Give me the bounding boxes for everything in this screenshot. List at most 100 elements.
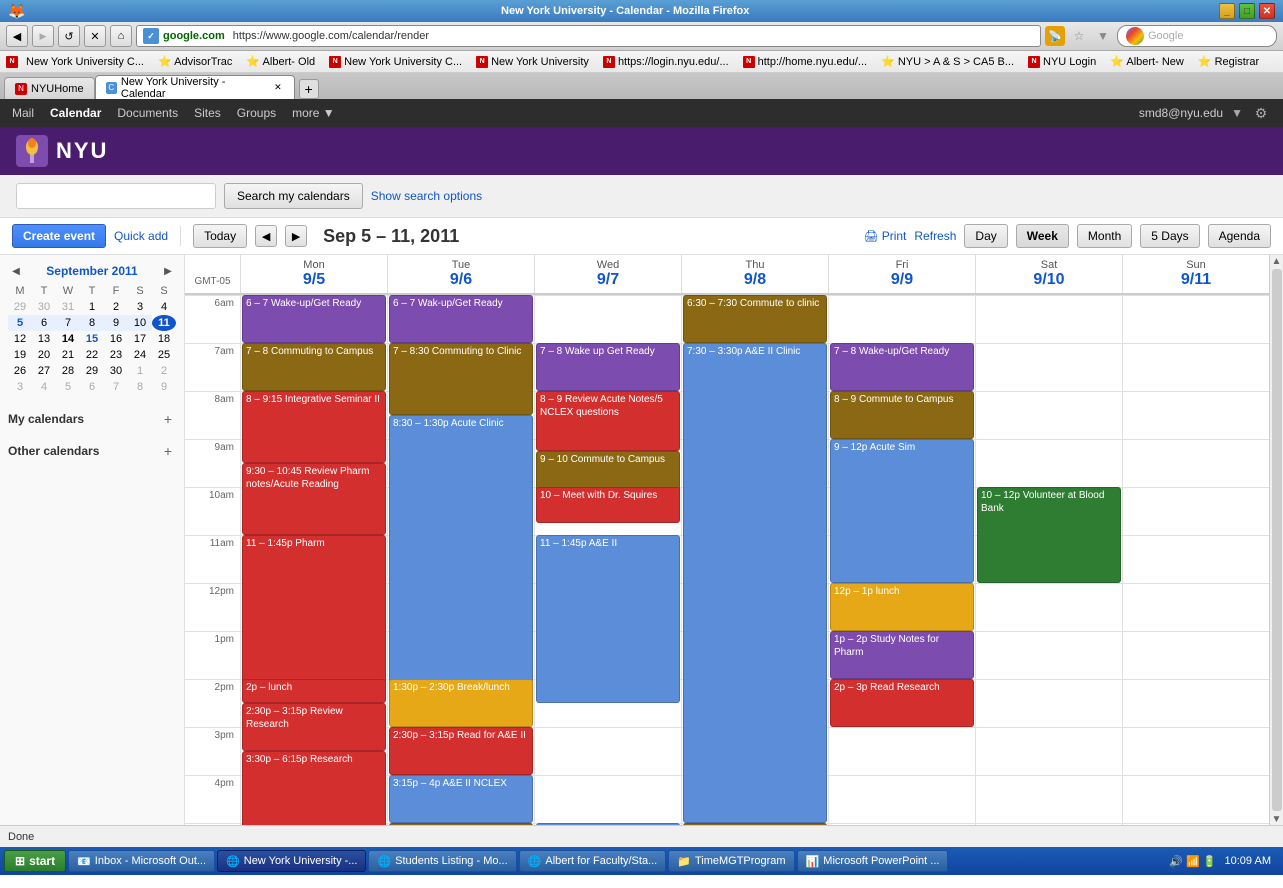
add-other-calendar-button[interactable]: + [160, 443, 176, 459]
nav-documents[interactable]: Documents [117, 106, 178, 120]
taskbar-item-nyu-calendar[interactable]: 🌐 New York University -... [217, 850, 366, 872]
forward-button[interactable]: ▶ [32, 25, 54, 47]
mini-cal-day-24[interactable]: 24 [128, 347, 152, 363]
time-cell-6-8[interactable] [1122, 679, 1269, 727]
stop-button[interactable]: ✕ [84, 25, 106, 47]
settings-button[interactable]: ⚙ [1251, 103, 1271, 123]
tab-nyuhome[interactable]: N NYUHome [4, 77, 95, 99]
mini-cal-day-2b[interactable]: 2 [152, 363, 176, 379]
star-icon[interactable]: ☆ [1069, 26, 1089, 46]
nav-more[interactable]: more ▼ [292, 106, 335, 120]
close-button[interactable]: ✕ [1259, 3, 1275, 19]
time-cell-4-11[interactable] [828, 823, 975, 825]
scroll-down-button[interactable]: ▼ [1271, 813, 1283, 825]
mini-cal-day-13[interactable]: 13 [32, 331, 56, 347]
mini-cal-day-6b[interactable]: 6 [80, 379, 104, 395]
calendar-event[interactable]: 9 – 12p Acute Sim [830, 439, 974, 583]
tab-close-calendar[interactable]: ✕ [272, 82, 283, 94]
mini-cal-day-18[interactable]: 18 [152, 331, 176, 347]
view-agenda-button[interactable]: Agenda [1208, 224, 1271, 248]
print-link[interactable]: 🖨 Print [863, 229, 906, 243]
dropdown-icon[interactable]: ▼ [1093, 26, 1113, 46]
mini-cal-day-3b[interactable]: 3 [8, 379, 32, 395]
time-cell-5-10[interactable] [975, 775, 1122, 823]
time-cell-5-7[interactable] [975, 631, 1122, 679]
time-cell-2-10[interactable] [534, 775, 681, 823]
taskbar-item-powerpoint[interactable]: 📊 Microsoft PowerPoint ... [797, 850, 949, 872]
mini-cal-day-31[interactable]: 31 [56, 299, 80, 315]
mini-cal-day-21[interactable]: 21 [56, 347, 80, 363]
calendar-event[interactable]: 11 – 1:45p A&E II [536, 535, 680, 703]
mini-cal-day-6[interactable]: 6 [32, 315, 56, 331]
taskbar-item-students[interactable]: 🌐 Students Listing - Mo... [368, 850, 516, 872]
mini-cal-day-5b[interactable]: 5 [56, 379, 80, 395]
calendar-event[interactable]: 7 – 8 Commuting to Campus [242, 343, 386, 391]
calendar-event[interactable]: 1:30p – 2:30p Break/lunch [389, 679, 533, 727]
day-header-sat[interactable]: Sat 9/10 [975, 255, 1122, 293]
mini-cal-day-29[interactable]: 29 [8, 299, 32, 315]
day-header-tue[interactable]: Tue 9/6 [387, 255, 534, 293]
bookmark-6[interactable]: Nhttp://home.nyu.edu/... [737, 54, 873, 70]
prev-week-button[interactable]: ◀ [255, 225, 277, 247]
calendar-event[interactable]: 10 – 12p Volunteer at Blood Bank [977, 487, 1121, 583]
calendar-event[interactable]: 7 – 8 Wake up Get Ready [536, 343, 680, 391]
time-cell-6-9[interactable] [1122, 727, 1269, 775]
next-week-button[interactable]: ▶ [285, 225, 307, 247]
time-cell-2-9[interactable] [534, 727, 681, 775]
bookmark-10[interactable]: ⭐ Registrar [1192, 53, 1265, 70]
mini-cal-day-16[interactable]: 16 [104, 331, 128, 347]
mini-cal-day-19[interactable]: 19 [8, 347, 32, 363]
time-cell-6-4[interactable] [1122, 487, 1269, 535]
time-cell-4-10[interactable] [828, 775, 975, 823]
day-header-sun[interactable]: Sun 9/11 [1122, 255, 1269, 293]
mini-cal-day-5[interactable]: 5 [8, 315, 32, 331]
account-dropdown[interactable]: ▼ [1231, 106, 1243, 120]
time-cell-5-3[interactable] [975, 439, 1122, 487]
bookmark-5[interactable]: Nhttps://login.nyu.edu/... [597, 54, 735, 70]
time-cell-4-9[interactable] [828, 727, 975, 775]
time-cell-5-11[interactable] [975, 823, 1122, 825]
calendar-event[interactable]: 4p – 5p Commute Home [389, 823, 533, 825]
mini-cal-day-7b[interactable]: 7 [104, 379, 128, 395]
time-cell-5-2[interactable] [975, 391, 1122, 439]
bookmark-2[interactable]: ⭐ Albert- Old [240, 53, 321, 70]
taskbar-item-timemgt[interactable]: 📁 TimeMGTProgram [668, 850, 794, 872]
bookmark-0[interactable]: New York University C... [20, 54, 150, 70]
day-header-thu[interactable]: Thu 9/8 [681, 255, 828, 293]
mini-cal-day-15[interactable]: 15 [80, 331, 104, 347]
time-cell-5-8[interactable] [975, 679, 1122, 727]
mini-cal-day-4b[interactable]: 4 [32, 379, 56, 395]
nav-sites[interactable]: Sites [194, 106, 221, 120]
mini-cal-day-3[interactable]: 3 [128, 299, 152, 315]
calendar-event[interactable]: 2:30p – 3:15p Read for A&E II [389, 727, 533, 775]
view-day-button[interactable]: Day [964, 224, 1007, 248]
mini-cal-day-1b[interactable]: 1 [128, 363, 152, 379]
mini-cal-day-1[interactable]: 1 [80, 299, 104, 315]
calendar-event[interactable]: 8 – 9 Review Acute Notes/5 NCLEX questio… [536, 391, 680, 451]
mini-cal-day-9[interactable]: 9 [104, 315, 128, 331]
new-tab-button[interactable]: + [299, 79, 319, 99]
add-my-calendar-button[interactable]: + [160, 411, 176, 427]
calendar-event[interactable]: 1p – 2p Study Notes for Pharm [830, 631, 974, 679]
calendar-event[interactable]: 9:30 – 10:45 Review Pharm notes/Acute Re… [242, 463, 386, 535]
today-button[interactable]: Today [193, 224, 247, 248]
time-cell-6-6[interactable] [1122, 583, 1269, 631]
create-event-button[interactable]: Create event [12, 224, 106, 248]
mini-cal-prev[interactable]: ◀ [8, 263, 24, 279]
mini-cal-day-14[interactable]: 14 [56, 331, 80, 347]
day-header-wed[interactable]: Wed 9/7 [534, 255, 681, 293]
time-cell-6-11[interactable] [1122, 823, 1269, 825]
mini-cal-day-4[interactable]: 4 [152, 299, 176, 315]
bookmark-7[interactable]: ⭐ NYU > A & S > CA5 B... [875, 53, 1020, 70]
back-button[interactable]: ◀ [6, 25, 28, 47]
mini-cal-day-23[interactable]: 23 [104, 347, 128, 363]
mini-cal-day-20[interactable]: 20 [32, 347, 56, 363]
time-cell-6-0[interactable] [1122, 295, 1269, 343]
calendar-event[interactable]: 2p – lunch [242, 679, 386, 703]
bookmark-9[interactable]: ⭐ Albert- New [1104, 53, 1190, 70]
mini-cal-day-28[interactable]: 28 [56, 363, 80, 379]
mini-cal-day-8[interactable]: 8 [80, 315, 104, 331]
scrollbar[interactable]: ▲ ▼ [1269, 255, 1283, 825]
calendar-event[interactable]: 7 – 8:30 Commuting to Clinic [389, 343, 533, 415]
mini-cal-title[interactable]: September 2011 [46, 264, 137, 278]
